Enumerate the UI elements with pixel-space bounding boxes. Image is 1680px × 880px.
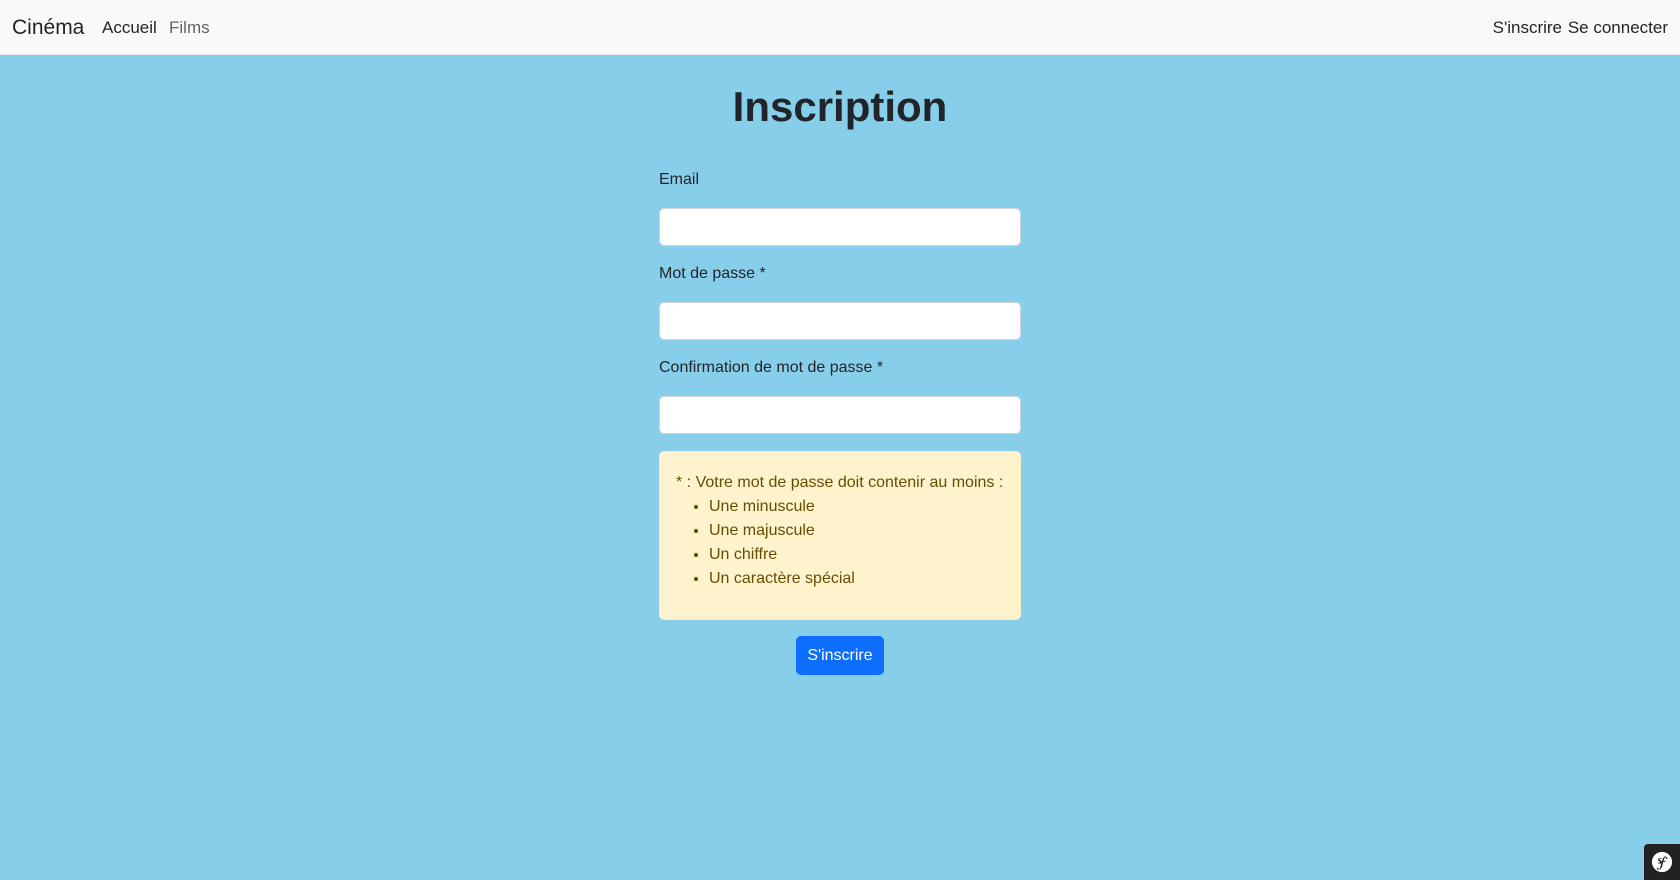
- nav-link-accueil[interactable]: Accueil: [102, 18, 157, 38]
- password-requirements-intro: * : Votre mot de passe doit contenir au …: [676, 474, 1004, 491]
- confirm-password-label: Confirmation de mot de passe *: [659, 359, 884, 376]
- requirement-item: Un chiffre: [709, 543, 1004, 567]
- nav-link-login[interactable]: Se connecter: [1568, 18, 1668, 38]
- email-field[interactable]: [659, 208, 1021, 246]
- debug-toolbar-toggle[interactable]: [1644, 844, 1680, 880]
- email-label: Email: [659, 171, 700, 188]
- navbar: Cinéma Accueil Films S'inscrire Se conne…: [0, 0, 1680, 55]
- brand-link[interactable]: Cinéma: [12, 16, 84, 40]
- register-submit-button[interactable]: S'inscrire: [796, 636, 884, 675]
- password-label: Mot de passe *: [659, 265, 766, 282]
- password-requirements-alert: * : Votre mot de passe doit contenir au …: [659, 451, 1021, 620]
- requirement-item: Une minuscule: [709, 495, 1004, 519]
- confirm-password-field[interactable]: [659, 396, 1021, 434]
- password-field[interactable]: [659, 302, 1021, 340]
- nav-link-register[interactable]: S'inscrire: [1493, 18, 1562, 38]
- requirement-item: Une majuscule: [709, 519, 1004, 543]
- password-requirements-list: Une minuscule Une majuscule Un chiffre U…: [676, 495, 1004, 591]
- requirement-item: Un caractère spécial: [709, 567, 1004, 591]
- symfony-logo-icon: [1651, 851, 1673, 873]
- nav-link-films[interactable]: Films: [169, 18, 210, 38]
- page-title: Inscription: [732, 83, 948, 130]
